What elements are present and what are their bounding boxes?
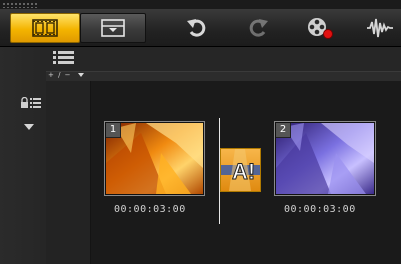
audio-mixer-button[interactable] <box>364 14 396 42</box>
timeline-icon <box>101 19 125 37</box>
zoom-dropdown-arrow-icon[interactable] <box>78 73 84 77</box>
film-reel-record-icon <box>308 18 333 39</box>
record-capture-button[interactable] <box>303 14 337 42</box>
clip-thumbnail-1[interactable]: 1 <box>104 121 205 196</box>
filmstrip-icon <box>32 19 58 37</box>
track-header-panel <box>0 47 47 264</box>
redo-button[interactable] <box>243 15 273 41</box>
text-transition-icon: A! <box>221 149 260 191</box>
timeline-view-button[interactable] <box>80 13 146 43</box>
lock-tracks-button[interactable] <box>20 94 42 108</box>
clip-thumbnail-2[interactable]: 2 <box>274 121 376 196</box>
audio-waveform-icon <box>367 18 393 38</box>
clip-number-badge: 2 <box>276 123 291 138</box>
list-icon <box>53 51 74 64</box>
storyboard-header <box>46 47 401 71</box>
undo-icon <box>187 19 206 37</box>
clip-duration: 00:00:03:00 <box>114 204 186 215</box>
lock-icon <box>21 96 41 108</box>
storyboard-view-button[interactable] <box>10 13 80 43</box>
toolbar <box>0 9 401 47</box>
clip-number-badge: 1 <box>106 123 121 138</box>
collapse-tracks-arrow-icon[interactable] <box>24 124 34 130</box>
redo-icon <box>249 19 268 37</box>
clip-duration: 00:00:03:00 <box>284 204 356 215</box>
transition-label: A! <box>232 159 255 184</box>
transition-thumbnail[interactable]: A! <box>220 148 261 192</box>
storyboard-gutter <box>46 81 91 264</box>
track-manager-button[interactable] <box>52 50 76 66</box>
undo-button[interactable] <box>182 15 212 41</box>
toolbar-grip[interactable] <box>2 2 38 8</box>
